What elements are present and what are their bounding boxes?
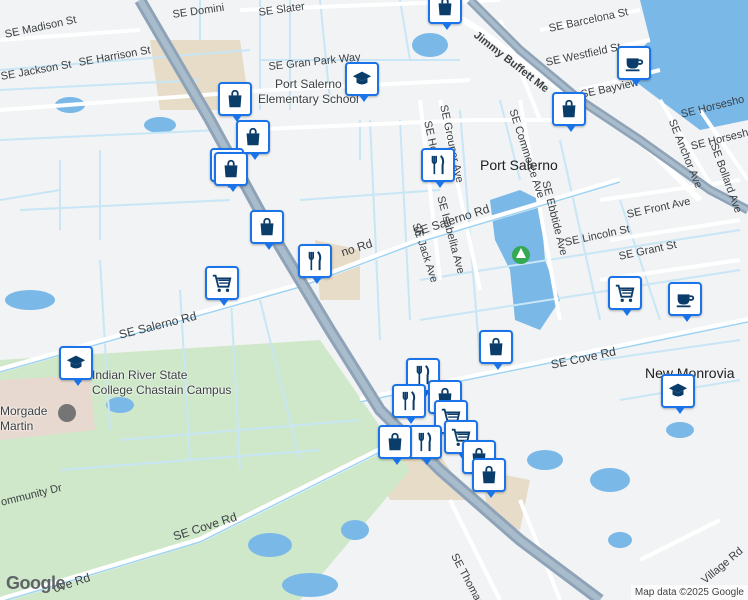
google-logo: Google (6, 573, 66, 593)
shopping-icon (485, 336, 507, 358)
map-marker-restaurant[interactable] (421, 148, 455, 188)
school-icon (351, 68, 373, 90)
place-label-port-salerno: Port Salerno (480, 157, 558, 173)
grocery-icon (211, 272, 233, 294)
cafe-icon (674, 288, 696, 310)
restaurant-icon (304, 250, 326, 272)
map-canvas[interactable]: Port Salerno New Monrovia Port Salerno E… (0, 0, 748, 600)
restaurant-icon (414, 431, 436, 453)
shopping-icon (478, 464, 500, 486)
map-marker-shopping[interactable] (214, 152, 248, 192)
restaurant-icon (398, 390, 420, 412)
shopping-icon (384, 431, 406, 453)
map-marker-shopping[interactable] (218, 82, 252, 122)
shopping-icon (224, 88, 246, 110)
map-marker-restaurant[interactable] (408, 425, 442, 465)
grocery-icon (614, 282, 636, 304)
restaurant-icon (427, 154, 449, 176)
cafe-icon (623, 52, 645, 74)
map-marker-shopping[interactable] (250, 210, 284, 250)
map-marker-cafe[interactable] (668, 282, 702, 322)
poi-label-indian-river-state-college: Indian River State College Chastain Camp… (92, 368, 232, 397)
map-marker-school[interactable] (345, 62, 379, 102)
map-marker-shopping[interactable] (479, 330, 513, 370)
map-marker-shopping[interactable] (378, 425, 412, 465)
poi-label-port-salerno-elementary: Port Salerno Elementary School (258, 77, 359, 106)
map-marker-restaurant[interactable] (392, 384, 426, 424)
map-attribution[interactable]: Map data ©2025 Google (630, 585, 748, 600)
map-marker-grocery[interactable] (205, 266, 239, 306)
shopping-icon (558, 98, 580, 120)
map-marker-school[interactable] (661, 374, 695, 414)
shopping-icon (434, 0, 456, 18)
map-marker-grocery[interactable] (608, 276, 642, 316)
map-marker-school[interactable] (59, 346, 93, 386)
map-marker-cafe[interactable] (617, 46, 651, 86)
map-marker-shopping[interactable] (472, 458, 506, 498)
shopping-icon (256, 216, 278, 238)
school-icon (65, 352, 87, 374)
shopping-icon (220, 158, 242, 180)
map-marker-shopping[interactable] (552, 92, 586, 132)
school-icon (667, 380, 689, 402)
shopping-icon (242, 126, 264, 148)
map-marker-shopping[interactable] (428, 0, 462, 30)
map-marker-restaurant[interactable] (298, 244, 332, 284)
poi-label-morgade: Morgade Martin (0, 404, 48, 433)
